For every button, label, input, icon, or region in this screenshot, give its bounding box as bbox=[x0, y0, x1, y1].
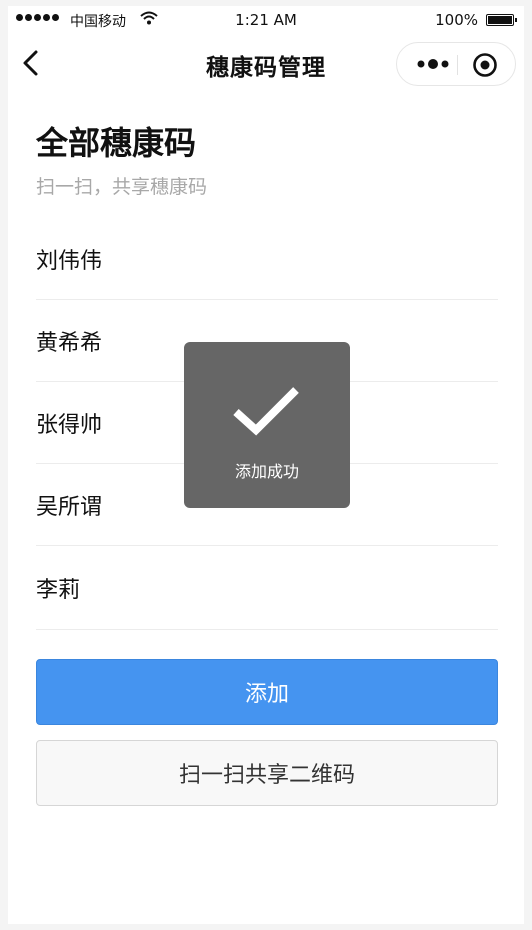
capsule-divider bbox=[457, 55, 458, 75]
checkmark-icon bbox=[233, 387, 299, 436]
more-dots-icon bbox=[417, 59, 449, 69]
scan-share-button[interactable]: 扫一扫共享二维码 bbox=[36, 740, 498, 806]
page-subtitle: 扫一扫，共享穗康码 bbox=[36, 176, 208, 198]
phone-screen: 中国移动 1:21 AM 100% 穗康码管理 全部穗康码 扫一扫，共享穗康码 … bbox=[8, 6, 524, 924]
list-item[interactable]: 李莉 bbox=[36, 546, 498, 630]
close-button[interactable] bbox=[471, 51, 499, 79]
page-title: 全部穗康码 bbox=[36, 124, 197, 162]
add-button[interactable]: 添加 bbox=[36, 659, 498, 725]
battery-icon bbox=[486, 14, 517, 26]
toast-message: 添加成功 bbox=[234, 462, 299, 481]
status-bar: 中国移动 1:21 AM 100% bbox=[8, 6, 524, 34]
list-item[interactable]: 刘伟伟 bbox=[36, 218, 498, 300]
mini-program-capsule bbox=[396, 42, 516, 86]
close-target-icon bbox=[473, 53, 497, 77]
battery-percent: 100% bbox=[435, 11, 478, 29]
more-button[interactable] bbox=[411, 51, 455, 77]
navigation-bar: 穗康码管理 bbox=[8, 34, 524, 90]
success-toast: 添加成功 bbox=[184, 342, 350, 508]
